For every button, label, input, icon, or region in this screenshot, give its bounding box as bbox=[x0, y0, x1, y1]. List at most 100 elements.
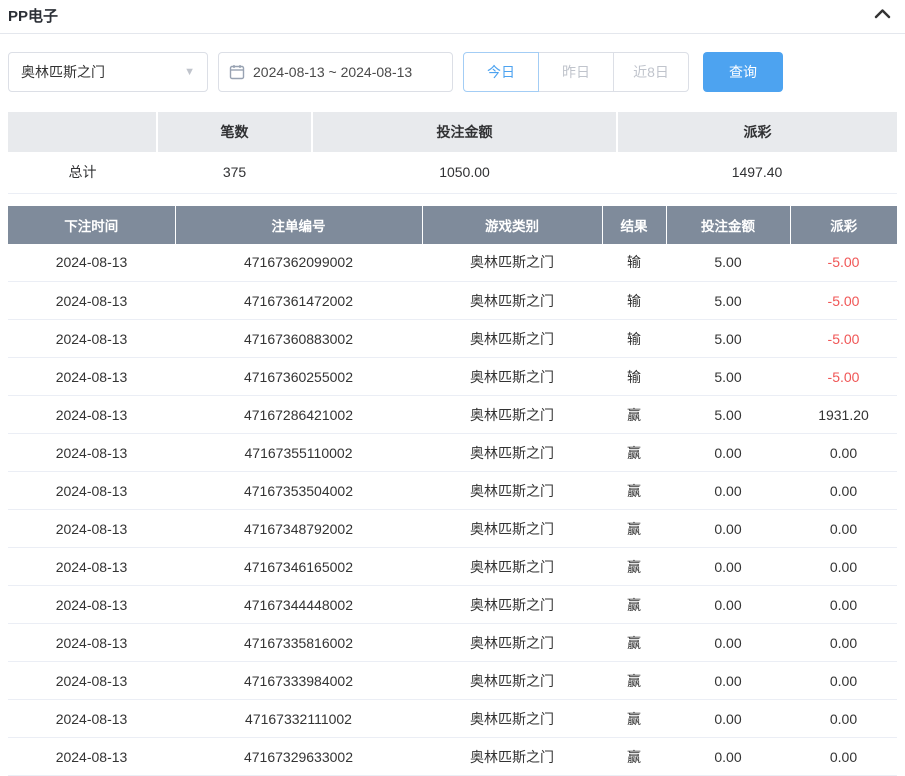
game-type-cell: 奥林匹斯之门 bbox=[422, 434, 602, 472]
bet-amount-cell: 0.00 bbox=[666, 586, 790, 624]
records-table: 下注时间 注单编号 游戏类别 结果 投注金额 派彩 2024-08-134716… bbox=[8, 206, 897, 776]
game-type-cell: 奥林匹斯之门 bbox=[422, 396, 602, 434]
payout-cell: 0.00 bbox=[790, 472, 897, 510]
table-row: 2024-08-1347167333984002奥林匹斯之门赢0.000.00 bbox=[8, 662, 897, 700]
table-row: 2024-08-1347167329633002奥林匹斯之门赢0.000.00 bbox=[8, 738, 897, 776]
date-range-input[interactable]: 2024-08-13 ~ 2024-08-13 bbox=[218, 52, 453, 92]
yesterday-button[interactable]: 昨日 bbox=[538, 52, 614, 92]
today-button[interactable]: 今日 bbox=[463, 52, 539, 92]
order-no-cell: 47167361472002 bbox=[175, 282, 422, 320]
bet-amount-cell: 0.00 bbox=[666, 548, 790, 586]
panel-header: PP电子 bbox=[0, 0, 905, 34]
bet-amount-cell: 0.00 bbox=[666, 624, 790, 662]
summary-total-payout: 1497.40 bbox=[617, 152, 897, 193]
summary-header-bet-amount: 投注金额 bbox=[312, 112, 617, 152]
result-cell: 输 bbox=[602, 244, 666, 282]
last-8-days-button[interactable]: 近8日 bbox=[613, 52, 689, 92]
result-cell: 赢 bbox=[602, 586, 666, 624]
summary-total-count: 375 bbox=[157, 152, 312, 193]
bet-time-cell: 2024-08-13 bbox=[8, 282, 175, 320]
bet-time-cell: 2024-08-13 bbox=[8, 510, 175, 548]
table-row: 2024-08-1347167362099002奥林匹斯之门输5.00-5.00 bbox=[8, 244, 897, 282]
result-cell: 赢 bbox=[602, 738, 666, 776]
payout-cell: 0.00 bbox=[790, 624, 897, 662]
payout-cell: 0.00 bbox=[790, 738, 897, 776]
summary-total-label: 总计 bbox=[8, 152, 157, 193]
summary-header-payout: 派彩 bbox=[617, 112, 897, 152]
bet-amount-cell: 0.00 bbox=[666, 510, 790, 548]
table-row: 2024-08-1347167355110002奥林匹斯之门赢0.000.00 bbox=[8, 434, 897, 472]
game-type-cell: 奥林匹斯之门 bbox=[422, 738, 602, 776]
table-row: 2024-08-1347167361472002奥林匹斯之门输5.00-5.00 bbox=[8, 282, 897, 320]
game-type-cell: 奥林匹斯之门 bbox=[422, 548, 602, 586]
game-type-cell: 奥林匹斯之门 bbox=[422, 244, 602, 282]
summary-table: 笔数 投注金额 派彩 总计 375 1050.00 1497.40 bbox=[8, 112, 897, 194]
bet-amount-cell: 5.00 bbox=[666, 396, 790, 434]
game-select-value: 奥林匹斯之门 bbox=[21, 62, 105, 82]
order-no-cell: 47167360255002 bbox=[175, 358, 422, 396]
records-header-row: 下注时间 注单编号 游戏类别 结果 投注金额 派彩 bbox=[8, 206, 897, 244]
table-row: 2024-08-1347167360883002奥林匹斯之门输5.00-5.00 bbox=[8, 320, 897, 358]
order-no-cell: 47167346165002 bbox=[175, 548, 422, 586]
order-no-cell: 47167333984002 bbox=[175, 662, 422, 700]
date-range-value: 2024-08-13 ~ 2024-08-13 bbox=[253, 64, 412, 80]
bet-time-cell: 2024-08-13 bbox=[8, 624, 175, 662]
game-type-cell: 奥林匹斯之门 bbox=[422, 624, 602, 662]
table-row: 2024-08-1347167344448002奥林匹斯之门赢0.000.00 bbox=[8, 586, 897, 624]
filter-bar: 奥林匹斯之门 ▼ 2024-08-13 ~ 2024-08-13 今日 昨日 近… bbox=[8, 52, 897, 92]
table-row: 2024-08-1347167286421002奥林匹斯之门赢5.001931.… bbox=[8, 396, 897, 434]
summary-total-row: 总计 375 1050.00 1497.40 bbox=[8, 152, 897, 193]
table-row: 2024-08-1347167346165002奥林匹斯之门赢0.000.00 bbox=[8, 548, 897, 586]
bet-time-cell: 2024-08-13 bbox=[8, 586, 175, 624]
bet-time-cell: 2024-08-13 bbox=[8, 548, 175, 586]
header-order-no: 注单编号 bbox=[175, 206, 422, 244]
bet-time-cell: 2024-08-13 bbox=[8, 472, 175, 510]
order-no-cell: 47167329633002 bbox=[175, 738, 422, 776]
game-type-cell: 奥林匹斯之门 bbox=[422, 358, 602, 396]
search-button[interactable]: 查询 bbox=[703, 52, 783, 92]
order-no-cell: 47167355110002 bbox=[175, 434, 422, 472]
chevron-up-icon bbox=[874, 8, 891, 23]
payout-cell: -5.00 bbox=[790, 282, 897, 320]
result-cell: 输 bbox=[602, 358, 666, 396]
game-type-cell: 奥林匹斯之门 bbox=[422, 700, 602, 738]
result-cell: 赢 bbox=[602, 624, 666, 662]
bet-amount-cell: 0.00 bbox=[666, 472, 790, 510]
page-title: PP电子 bbox=[8, 5, 58, 26]
order-no-cell: 47167332111002 bbox=[175, 700, 422, 738]
bet-time-cell: 2024-08-13 bbox=[8, 396, 175, 434]
bet-amount-cell: 5.00 bbox=[666, 282, 790, 320]
summary-header-row: 笔数 投注金额 派彩 bbox=[8, 112, 897, 152]
bet-amount-cell: 0.00 bbox=[666, 434, 790, 472]
bet-amount-cell: 0.00 bbox=[666, 738, 790, 776]
quick-date-button-group: 今日 昨日 近8日 bbox=[463, 52, 689, 92]
table-row: 2024-08-1347167360255002奥林匹斯之门输5.00-5.00 bbox=[8, 358, 897, 396]
game-type-cell: 奥林匹斯之门 bbox=[422, 320, 602, 358]
result-cell: 赢 bbox=[602, 472, 666, 510]
header-bet-time: 下注时间 bbox=[8, 206, 175, 244]
bet-time-cell: 2024-08-13 bbox=[8, 320, 175, 358]
result-cell: 赢 bbox=[602, 700, 666, 738]
collapse-toggle-button[interactable] bbox=[872, 6, 893, 25]
payout-cell: 0.00 bbox=[790, 586, 897, 624]
calendar-icon bbox=[229, 64, 245, 80]
bet-time-cell: 2024-08-13 bbox=[8, 434, 175, 472]
bet-amount-cell: 0.00 bbox=[666, 700, 790, 738]
game-type-cell: 奥林匹斯之门 bbox=[422, 662, 602, 700]
bet-amount-cell: 0.00 bbox=[666, 662, 790, 700]
table-row: 2024-08-1347167335816002奥林匹斯之门赢0.000.00 bbox=[8, 624, 897, 662]
payout-cell: 0.00 bbox=[790, 548, 897, 586]
order-no-cell: 47167286421002 bbox=[175, 396, 422, 434]
payout-cell: 0.00 bbox=[790, 510, 897, 548]
summary-header-count: 笔数 bbox=[157, 112, 312, 152]
summary-header-empty bbox=[8, 112, 157, 152]
result-cell: 赢 bbox=[602, 434, 666, 472]
bet-time-cell: 2024-08-13 bbox=[8, 244, 175, 282]
order-no-cell: 47167360883002 bbox=[175, 320, 422, 358]
bet-time-cell: 2024-08-13 bbox=[8, 358, 175, 396]
result-cell: 赢 bbox=[602, 396, 666, 434]
bet-time-cell: 2024-08-13 bbox=[8, 700, 175, 738]
table-row: 2024-08-1347167332111002奥林匹斯之门赢0.000.00 bbox=[8, 700, 897, 738]
game-select[interactable]: 奥林匹斯之门 ▼ bbox=[8, 52, 208, 92]
payout-cell: -5.00 bbox=[790, 244, 897, 282]
